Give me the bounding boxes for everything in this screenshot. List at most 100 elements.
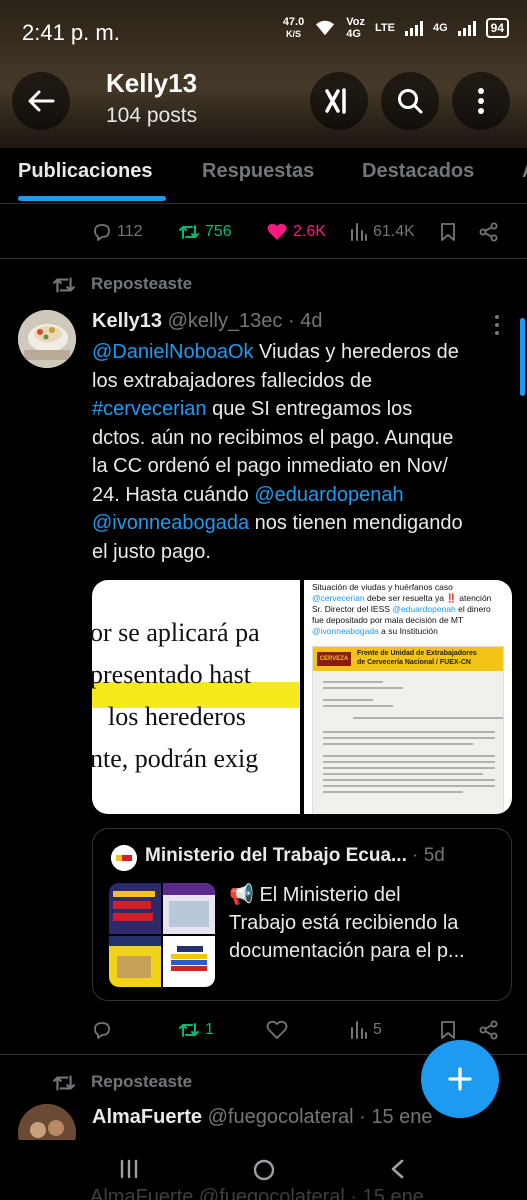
- quote-text: 📢 El Ministerio del Trabajo está recibie…: [229, 881, 507, 965]
- battery-icon: 94: [485, 18, 509, 38]
- reply-button[interactable]: [92, 1020, 117, 1040]
- avatar[interactable]: [18, 310, 76, 368]
- caption-link: @ivonneabogada: [312, 626, 379, 636]
- search-button[interactable]: [381, 72, 439, 130]
- tab-respuestas[interactable]: Respuestas: [202, 160, 314, 183]
- repost-icon: [179, 1023, 199, 1037]
- voz-label: Voz: [346, 16, 365, 28]
- share-icon[interactable]: [479, 1020, 499, 1040]
- reply-icon: [94, 1022, 110, 1039]
- quoted-tweet[interactable]: Ministerio del Trabajo Ecua... · 5d 📢 El…: [92, 828, 512, 1001]
- repost-icon: [179, 225, 199, 239]
- reply-icon: [94, 224, 110, 241]
- tweet-header: Kelly13 @kelly_13ec · 4d: [92, 310, 322, 333]
- reply-button[interactable]: 112: [92, 222, 143, 242]
- like-button[interactable]: [266, 1020, 293, 1040]
- author-name[interactable]: Kelly13: [92, 310, 162, 332]
- scroll-indicator[interactable]: [520, 318, 525, 396]
- document-title-line: Frente de Unidad de Extrabajadores: [357, 650, 477, 657]
- voz-sub: 4G: [346, 28, 361, 40]
- network-label: 4G: [432, 22, 448, 34]
- author-handle[interactable]: @fuegocolateral: [208, 1106, 354, 1128]
- doc-text-line: [323, 767, 495, 769]
- tweet-link[interactable]: @ivonneabogada: [92, 512, 249, 534]
- tab-publicaciones[interactable]: Publicaciones: [18, 160, 153, 183]
- caption-line: Situación de viudas y huérfanos caso: [312, 582, 453, 592]
- media-image-1[interactable]: or se aplicará pa presentado hast los he…: [92, 580, 300, 814]
- profile-tabs: Publicaciones Respuestas Destacados A: [0, 148, 527, 204]
- tweet-header: AlmaFuerte @fuegocolateral · 15 ene: [92, 1106, 433, 1129]
- tweet-text-line: el justo pago.: [92, 538, 512, 567]
- wifi-icon: [316, 20, 335, 36]
- back-arrow-icon: [28, 90, 55, 112]
- more-icon[interactable]: [494, 314, 500, 336]
- repost-button[interactable]: 1: [178, 1020, 214, 1040]
- views-button[interactable]: 5: [350, 1020, 382, 1040]
- repost-icon: [53, 1075, 75, 1091]
- signal-icon-2: [457, 20, 476, 36]
- tab-next[interactable]: A: [522, 160, 527, 183]
- tweet-text-line: #cervecerian que SI entregamos los: [92, 395, 512, 424]
- back-button[interactable]: [12, 72, 70, 130]
- document-header: CERVEZA Frente de Unidad de Extrabajador…: [313, 647, 503, 671]
- tweet-link[interactable]: @DanielNoboaOk: [92, 341, 254, 363]
- tweet-link[interactable]: @eduardopenah: [254, 484, 403, 506]
- ministry-logo-icon: [111, 845, 137, 871]
- views-button[interactable]: 61.4K: [350, 222, 415, 242]
- repost-button[interactable]: 756: [178, 222, 232, 242]
- prev-tweet-actions: 112 756 2.6K 61.4K: [0, 212, 527, 252]
- tweet-text: @DanielNoboaOk Viudas y herederos de los …: [92, 338, 512, 566]
- reposted-label-row: Reposteaste: [0, 270, 527, 300]
- home-icon[interactable]: [252, 1158, 276, 1182]
- tweet-text-line: 24. Hasta cuándo @eduardopenah: [92, 481, 512, 510]
- doc-text-line: [323, 755, 495, 757]
- heart-filled-icon: [267, 223, 287, 240]
- tweet-text-segment: nos tienen mendigando: [249, 512, 463, 534]
- xai-grok-icon: [325, 88, 346, 114]
- repost-icon: [53, 277, 75, 293]
- more-options-button[interactable]: [452, 72, 510, 130]
- grok-button[interactable]: [310, 72, 368, 130]
- tweet-media[interactable]: or se aplicará pa presentado hast los he…: [92, 580, 512, 814]
- caption-line: fue depositado por mala decisión de MT: [312, 615, 464, 625]
- doc-text-line: [353, 717, 503, 719]
- quote-text-line: Trabajo está recibiendo la: [229, 912, 459, 934]
- media-a-line: los herederos: [108, 702, 246, 731]
- doc-text-line: [323, 791, 463, 793]
- share-icon[interactable]: [479, 222, 499, 242]
- back-nav-icon[interactable]: [388, 1158, 406, 1180]
- like-button[interactable]: 2.6K: [266, 222, 326, 242]
- lte-label: LTE: [374, 22, 395, 34]
- quote-avatar: [111, 845, 137, 871]
- voz-lte: Voz 4G: [346, 16, 365, 40]
- caption-line: el dinero: [455, 604, 491, 614]
- tab-destacados[interactable]: Destacados: [362, 160, 474, 183]
- net-speed: 47.0 K/S: [283, 16, 304, 40]
- views-count: 61.4K: [373, 223, 415, 240]
- caption-link: @cervecerian: [312, 593, 365, 603]
- compose-button[interactable]: [421, 1040, 499, 1118]
- doc-text-line: [323, 737, 495, 739]
- tweet-link[interactable]: #cervecerian: [92, 398, 207, 420]
- document-logo: CERVEZA: [317, 652, 351, 666]
- caption-line: Sr. Director del IESS: [312, 604, 393, 614]
- tweet-text-line: @DanielNoboaOk Viudas y herederos de: [92, 338, 512, 367]
- views-count: 5: [373, 1021, 382, 1038]
- author-handle[interactable]: @kelly_13ec: [168, 310, 283, 332]
- bookmark-icon[interactable]: [439, 1020, 457, 1040]
- heart-icon: [266, 1020, 288, 1039]
- recent-apps-icon[interactable]: [118, 1158, 140, 1180]
- doc-text-line: [323, 785, 495, 787]
- views-icon: [351, 223, 367, 241]
- tweet-text-segment: Viudas y herederos de: [253, 341, 459, 363]
- bookmark-icon[interactable]: [439, 222, 457, 242]
- tweet-text-line: @ivonneabogada nos tienen mendigando: [92, 509, 512, 538]
- author-name[interactable]: AlmaFuerte: [92, 1106, 202, 1128]
- media-image-2[interactable]: Situación de viudas y huérfanos caso @ce…: [304, 580, 512, 814]
- tweet-text-line: la CC ordenó el pago inmediato en Nov/: [92, 452, 512, 481]
- media-b-caption: Situación de viudas y huérfanos caso @ce…: [312, 582, 508, 637]
- plus-icon: [448, 1067, 472, 1091]
- document-title-line: de Cervecería Nacional / FUEX-CN: [357, 659, 471, 666]
- like-count: 2.6K: [293, 223, 326, 240]
- tweet-text-segment: los extrabajadores fallecidos de: [92, 369, 373, 392]
